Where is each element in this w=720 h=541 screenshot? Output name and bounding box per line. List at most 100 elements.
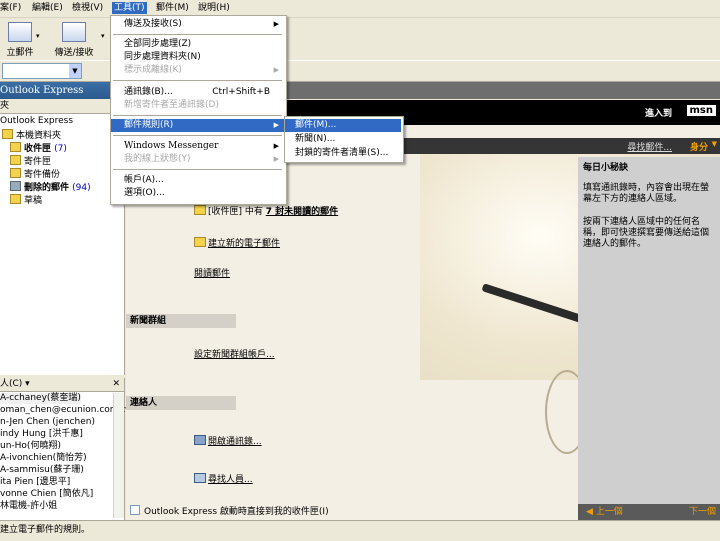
find-people-link[interactable]: 尋找人員... <box>194 472 253 485</box>
contacts-header: 連絡人 <box>126 396 236 410</box>
tip-title: 每日小秘訣 <box>583 163 629 173</box>
menu-item-options[interactable]: 選項(O)... <box>111 187 284 200</box>
folder-combo[interactable]: ▼ <box>2 63 82 79</box>
close-icon[interactable]: ✕ <box>112 378 120 391</box>
menu-item-windows-messenger[interactable]: Windows Messenger ▶ <box>111 140 284 153</box>
folder-local-folders[interactable]: 本機資料夾 <box>2 129 61 142</box>
menu-file[interactable]: 案(F) <box>0 2 21 14</box>
create-mail-button[interactable]: 立郵件 <box>0 22 40 58</box>
status-bar: 建立電子郵件的規則。 <box>0 520 720 541</box>
send-receive-button[interactable]: 傳送/接收 <box>50 22 98 58</box>
address-book-icon <box>194 435 206 445</box>
submenu-arrow-icon: ▶ <box>273 20 279 28</box>
menu-item-label: 標示成離線(K) <box>124 65 182 75</box>
folder-outlook-express[interactable]: Outlook Express <box>0 116 73 127</box>
tip-paragraph-1: 填寫通訊錄時，內容會出現在螢幕左下方的連絡人區域。 <box>583 183 710 204</box>
folder-label: 收件匣 <box>24 144 52 154</box>
newsgroups-header: 新聞群組 <box>126 314 236 328</box>
menu-message[interactable]: 郵件(M) <box>156 2 189 14</box>
tip-of-the-day: 每日小秘訣 填寫通訊錄時，內容會出現在螢幕左下方的連絡人區域。 按兩下連絡人區域… <box>578 157 720 520</box>
msn-logo[interactable]: msn <box>686 105 716 116</box>
menu-item-send-receive[interactable]: 傳送及接收(S) ▶ <box>111 18 284 31</box>
submenu-item-news[interactable]: 新聞(N)... <box>285 133 401 146</box>
contact-item[interactable]: A-ivonchien(簡怡芳) <box>0 453 87 464</box>
menu-item-address-book[interactable]: 通訊錄(B)... Ctrl+Shift+B <box>111 86 284 99</box>
menu-item-message-rules[interactable]: 郵件規則(R) ▶ <box>111 119 284 132</box>
unread-mail-line: [收件匣] 中有 7 封未閱讀的郵件 <box>194 204 338 217</box>
folder-outbox[interactable]: 寄件匣 <box>10 155 51 168</box>
contact-item[interactable]: 林電機-許小姐 <box>0 501 57 512</box>
folder-count: (94) <box>72 183 91 193</box>
submenu-arrow-icon: ▶ <box>273 121 279 129</box>
folder-deleted-items[interactable]: 刪除的郵件 (94) <box>10 181 91 194</box>
contact-item[interactable]: A-sammisu(蘇子珊) <box>0 465 84 476</box>
toolbar: 立郵件 ▾ 傳送/接收 ▾ <box>0 18 720 60</box>
menu-item-accounts[interactable]: 帳戶(A)... <box>111 174 284 187</box>
new-mail-icon <box>194 237 206 247</box>
menu-item-label: 我的線上狀態(Y) <box>124 154 191 164</box>
contacts-scrollbar[interactable] <box>113 393 124 518</box>
folder-drafts[interactable]: 草稿 <box>10 194 42 207</box>
contacts-menu-button[interactable]: 人(C) ▾ <box>0 379 30 389</box>
menu-tools[interactable]: 工具(T) <box>112 2 147 14</box>
find-people-label: 尋找人員... <box>208 475 253 485</box>
menu-item-sync-folder[interactable]: 同步處理資料夾(N) <box>111 51 284 64</box>
submenu-item-mail[interactable]: 郵件(M)... <box>285 119 401 132</box>
create-mail-link-label: 建立新的電子郵件 <box>208 239 281 249</box>
unread-prefix: [收件匣] 中有 <box>208 207 263 217</box>
menu-item-sync-all[interactable]: 全部同步處理(Z) <box>111 38 284 51</box>
startup-inbox-label: Outlook Express 啟動時直接到我的收件匣(I) <box>144 507 329 517</box>
setup-newsgroup-link[interactable]: 設定新聞群組帳戶... <box>194 347 275 360</box>
menu-separator <box>113 80 282 81</box>
folder-label: 刪除的郵件 <box>24 183 70 193</box>
new-mail-icon <box>8 22 32 42</box>
send-receive-dropdown-icon[interactable]: ▾ <box>101 32 105 40</box>
contact-item[interactable]: ita Pien [邊思平] <box>0 477 70 488</box>
inbox-icon <box>10 142 21 152</box>
tip-footer: ◀ 上一個 下一個 <box>578 504 720 520</box>
contacts-pane: 人(C) ▾ ✕ A-cchaney(蔡奎瑞) oman_chen@ecunio… <box>0 378 132 520</box>
tip-body: 填寫通訊錄時，內容會出現在螢幕左下方的連絡人區域。 按兩下連絡人區域中的任何名稱… <box>583 183 717 250</box>
find-message-link[interactable]: 尋找郵件... <box>627 140 672 153</box>
startup-inbox-option[interactable]: Outlook Express 啟動時直接到我的收件匣(I) <box>130 504 329 517</box>
folder-pane-header: 夾 <box>0 100 124 114</box>
envelope-icon <box>194 205 206 215</box>
contact-item[interactable]: indy Hung [洪千惠] <box>0 429 83 440</box>
contact-item[interactable]: n-Jen Chen (jenchen) <box>0 417 95 428</box>
sent-items-icon <box>10 168 21 178</box>
folder-bar: ▼ <box>0 60 720 82</box>
msn-go-label: 進入到 <box>644 109 672 119</box>
menu-item-mark-offline: 標示成離線(K) ▶ <box>111 64 284 77</box>
folder-label: 草稿 <box>24 196 43 206</box>
create-mail-dropdown-icon[interactable]: ▾ <box>36 32 40 40</box>
menu-separator <box>113 115 282 116</box>
menu-edit[interactable]: 編輯(E) <box>32 2 63 14</box>
contact-item[interactable]: vonne Chien [簡依凡] <box>0 489 93 500</box>
submenu-arrow-icon: ▶ <box>273 142 279 150</box>
read-mail-link[interactable]: 閱讀郵件 <box>194 266 230 279</box>
submenu-item-blocked-senders[interactable]: 封鎖的寄件者清單(S)... <box>285 147 401 160</box>
send-receive-icon <box>62 22 86 42</box>
menu-item-online-status: 我的線上狀態(Y) ▶ <box>111 153 284 166</box>
create-mail-link[interactable]: 建立新的電子郵件 <box>194 236 280 249</box>
folder-label: Outlook Express <box>0 116 74 126</box>
create-mail-label: 立郵件 <box>6 48 34 58</box>
startup-inbox-checkbox[interactable] <box>130 505 140 515</box>
contact-item[interactable]: A-cchaney(蔡奎瑞) <box>0 393 81 404</box>
chevron-down-icon[interactable]: ▼ <box>712 140 717 148</box>
open-addressbook-link[interactable]: 開啟通訊錄... <box>194 434 262 447</box>
tip-prev-button[interactable]: ◀ 上一個 <box>586 504 623 520</box>
folder-label: 寄件備份 <box>24 170 61 180</box>
contact-item[interactable]: un-Ho(何曉翔) <box>0 441 61 452</box>
folder-inbox[interactable]: 收件匣 (7) <box>10 142 67 155</box>
menu-item-label: 郵件規則(R) <box>124 120 174 130</box>
folder-sent-items[interactable]: 寄件備份 <box>10 168 60 181</box>
folder-pane: 夾 Outlook Express 本機資料夾 收件匣 (7) 寄件匣 寄件備份… <box>0 100 125 375</box>
menu-item-add-sender: 新增寄件者至通訊錄(D) <box>124 100 219 110</box>
menu-separator <box>113 135 282 136</box>
unread-mail-link[interactable]: 7 封未閱讀的郵件 <box>266 207 338 217</box>
identities-menu[interactable]: 身分 <box>690 140 708 153</box>
menu-help[interactable]: 說明(H) <box>198 2 230 14</box>
tip-next-button[interactable]: 下一個 <box>689 504 716 520</box>
menu-view[interactable]: 檢視(V) <box>72 2 103 14</box>
